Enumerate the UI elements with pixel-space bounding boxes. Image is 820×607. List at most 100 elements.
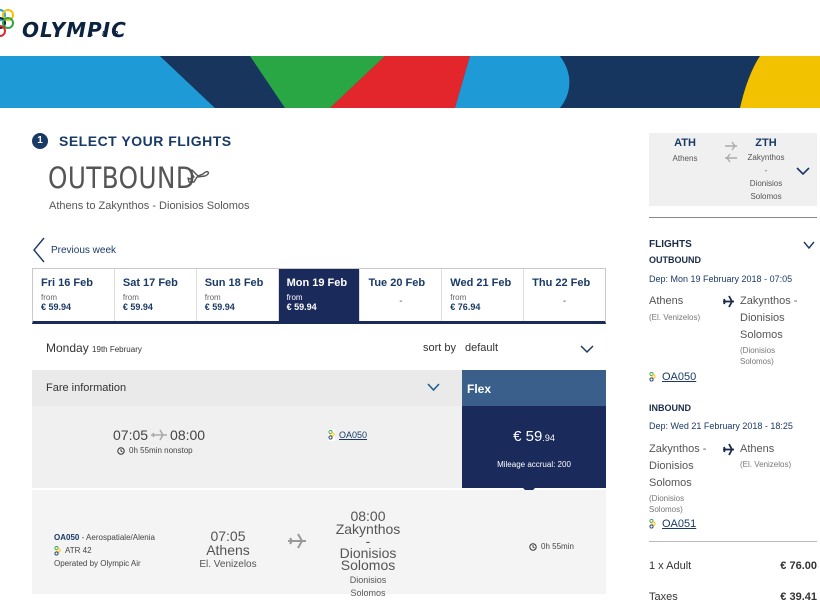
flex-label: Flex (467, 382, 492, 396)
day-tab-sat-17[interactable]: Sat 17 Feb from € 59.94 (115, 269, 197, 321)
plane-icon (288, 533, 306, 549)
step-title: SELECT YOUR FLIGHTS (59, 133, 232, 149)
day-price: € 59.94 (122, 302, 153, 312)
outbound-flight-link[interactable]: OA050 (649, 371, 696, 383)
header-banner (0, 56, 820, 108)
detail-duration: 0h 55min (529, 542, 574, 551)
route-summary[interactable]: ATH Athens ZTH Zakynthos - Dionisios Sol… (649, 133, 817, 206)
flights-title: FLIGHTS (649, 239, 692, 250)
outbound-destination-city: Zakynthos - Dionisios Solomos (740, 295, 798, 341)
previous-week-label: Previous week (51, 244, 117, 256)
flight-details: OA050 - Aerospatiale/Alenia ATR 42 Opera… (32, 490, 606, 598)
day-tab-fri-16[interactable]: Fri 16 Feb from € 59.94 (33, 269, 115, 321)
taxes-value: € 39.41 (780, 591, 817, 603)
date-selector: Fri 16 Feb from € 59.94 Sat 17 Feb from … (32, 268, 606, 324)
aircraft-type: ATR 42 (65, 546, 92, 555)
flight-row[interactable]: 07:05 08:00 0h 55min nonstop OA050 (32, 406, 462, 488)
day-label: Sun 18 Feb (204, 277, 264, 289)
selected-day: Monday 19th February (46, 341, 142, 355)
chevron-down-icon[interactable] (796, 166, 810, 176)
step-number: 1 (32, 133, 48, 149)
day-no-price: - (562, 296, 567, 307)
taxes-label: Taxes (649, 591, 678, 603)
flex-fare-header: Flex (462, 370, 606, 406)
outbound-origin-city: Athens (649, 295, 684, 307)
departure-time: 07:05 (113, 427, 149, 443)
sort-bar: Monday 19th February sort by default (32, 334, 606, 364)
day-from: from (41, 293, 57, 302)
olympic-air-icon (54, 545, 61, 556)
inbound-origin-city: Zakynthos - Dionisios Solomos (649, 443, 707, 489)
fare-information-label: Fare information (46, 382, 127, 394)
outbound-subtitle: OUTBOUND (649, 255, 701, 265)
logo-subtext: AIR (88, 31, 128, 38)
day-from: from (122, 293, 139, 302)
outbound-title: OUTBOUND (48, 161, 196, 195)
olympic-rings-icon (0, 9, 14, 37)
flight-number-link[interactable]: OA050 (328, 429, 367, 441)
arrival-time: 08:00 (170, 427, 206, 443)
arrival-info: 08:00 Zakynthos - Dionisios Solomos Dion… (335, 508, 401, 598)
olympic-air-icon (328, 429, 335, 441)
plane-icon (151, 429, 168, 441)
olympic-air-icon (649, 518, 656, 529)
inbound-departure: Dep: Wed 21 February 2018 - 18:25 (649, 421, 793, 431)
inbound-subtitle: INBOUND (649, 403, 691, 413)
chevron-down-icon (427, 383, 440, 392)
day-price: € 59.94 (286, 302, 317, 312)
day-label: Wed 21 Feb (450, 277, 512, 289)
chevron-down-icon[interactable] (803, 241, 815, 250)
day-label: Fri 16 Feb (41, 277, 93, 289)
plane-icon (723, 443, 734, 456)
site-header: OLYMPIC AIR (0, 0, 820, 56)
clock-icon (529, 542, 537, 551)
day-price: € 59.94 (41, 302, 72, 312)
plane-icon (723, 295, 734, 308)
day-from: from (204, 293, 221, 302)
divider (649, 541, 817, 542)
mileage-accrual: Mileage accrual: 200 (497, 460, 571, 469)
outbound-departure: Dep: Mon 19 February 2018 - 07:05 (649, 274, 793, 284)
day-label: Sat 17 Feb (122, 277, 178, 289)
fare-information-header[interactable]: Fare information (32, 370, 462, 406)
adult-value: € 76.00 (780, 560, 817, 572)
sort-select[interactable]: default (465, 342, 498, 354)
day-tab-wed-21[interactable]: Wed 21 Feb from € 76.94 (442, 269, 525, 321)
outbound-origin-airport: (El. Venizelos) (649, 313, 701, 322)
flex-price-cell[interactable]: € 59.94 Mileage accrual: 200 (462, 406, 606, 488)
day-label: Tue 20 Feb (368, 277, 426, 289)
divider (649, 217, 817, 218)
destination: ZTH Zakynthos - Dionisios Solomos (747, 137, 785, 201)
chevron-left-icon (33, 237, 45, 263)
day-no-price: - (399, 296, 403, 307)
outbound-destination-airport: (Dionisios Solomos) (740, 346, 776, 366)
day-price: € 59.94 (204, 302, 235, 312)
day-label: Mon 19 Feb (286, 277, 348, 289)
round-trip-plane-icon (725, 141, 737, 163)
departure-info: 07:05 Athens El. Venizelos (199, 528, 257, 570)
clock-icon (117, 446, 125, 455)
day-label: Thu 22 Feb (532, 277, 591, 289)
logo-text[interactable]: OLYMPIC (22, 18, 127, 42)
flight-times: 07:05 08:00 (113, 427, 205, 443)
selected-date: 19th February (92, 345, 142, 354)
day-tab-sun-18[interactable]: Sun 18 Feb from € 59.94 (197, 269, 279, 321)
chevron-down-icon[interactable] (580, 344, 594, 354)
inbound-destination-city: Athens (740, 443, 775, 455)
sort-label: sort by (423, 342, 457, 354)
plane-departure-icon (187, 169, 210, 183)
fare-price: € 59.94 (513, 428, 555, 445)
route-text: Athens to Zakynthos - Dionisios Solomos (49, 200, 250, 212)
olympic-air-icon (649, 371, 656, 382)
day-tab-mon-19-selected[interactable]: Mon 19 Feb from € 59.94 (278, 269, 361, 321)
adult-price-row: 1 x Adult € 76.00 (649, 560, 817, 572)
day-tab-tue-20[interactable]: Tue 20 Feb - (360, 269, 443, 321)
adult-label: 1 x Adult (649, 560, 692, 572)
day-tab-thu-22[interactable]: Thu 22 Feb - (524, 269, 605, 321)
taxes-row: Taxes € 39.41 (649, 591, 817, 603)
day-price: € 76.94 (450, 302, 481, 312)
inbound-destination-airport: (El. Venizelos) (740, 460, 792, 469)
day-from: from (450, 293, 467, 302)
previous-week-link[interactable]: Previous week (32, 237, 116, 263)
inbound-flight-link[interactable]: OA051 (649, 518, 696, 530)
